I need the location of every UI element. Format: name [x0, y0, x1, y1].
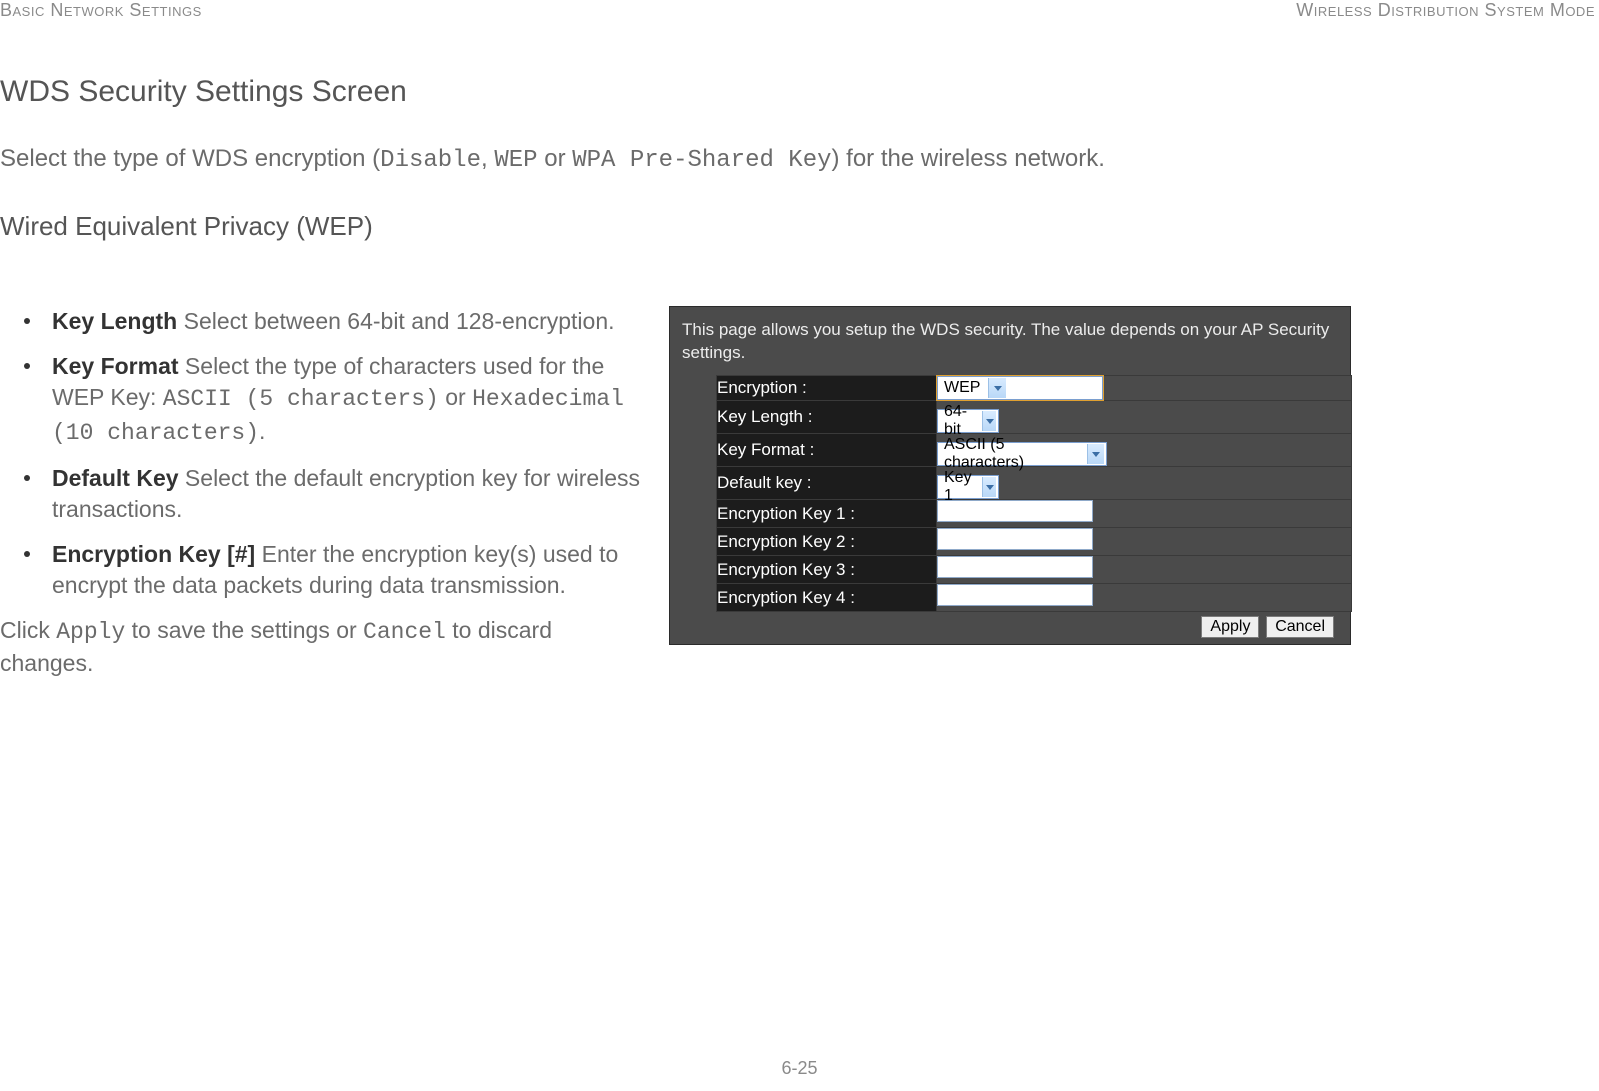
label-encryption: Encryption : — [717, 376, 937, 401]
list-item: Key Format Select the type of characters… — [24, 351, 645, 448]
chevron-down-icon — [982, 411, 996, 431]
settings-table: Encryption : WEP Key Length : 64-bit — [716, 375, 1352, 612]
intro-paragraph: Select the type of WDS encryption (Disab… — [0, 143, 1599, 177]
apply-button[interactable]: Apply — [1201, 616, 1259, 638]
note-cancel: Cancel — [363, 619, 446, 645]
list-item: Encryption Key [#] Enter the encryption … — [24, 539, 645, 601]
table-row: Encryption Key 1 : — [717, 500, 1352, 528]
note-p2: to save the settings or — [125, 617, 363, 643]
list-item: Default Key Select the default encryptio… — [24, 463, 645, 525]
desc-key-format-mid: or — [439, 384, 472, 410]
key-format-select-value: ASCII (5 characters) — [940, 436, 1083, 472]
encryption-key-2-input[interactable] — [937, 528, 1093, 550]
intro-sep1: , — [481, 145, 494, 172]
definition-list: Key Length Select between 64-bit and 128… — [0, 306, 645, 600]
key-length-select-value: 64-bit — [940, 403, 978, 439]
intro-sep2: or — [538, 145, 573, 172]
wds-security-panel: This page allows you setup the WDS secur… — [669, 306, 1351, 645]
panel-description: This page allows you setup the WDS secur… — [680, 317, 1340, 375]
table-row: Encryption Key 3 : — [717, 556, 1352, 584]
label-ek3: Encryption Key 3 : — [717, 556, 937, 584]
chevron-down-icon — [982, 477, 996, 497]
page-title: WDS Security Settings Screen — [0, 75, 1599, 109]
page-number: 6-25 — [0, 1058, 1599, 1079]
key-format-select[interactable]: ASCII (5 characters) — [937, 442, 1107, 466]
intro-prefix: Select the type of WDS encryption ( — [0, 145, 380, 172]
desc-key-format-m1: ASCII (5 characters) — [163, 386, 439, 412]
list-item: Key Length Select between 64-bit and 128… — [24, 306, 645, 337]
table-row: Encryption Key 4 : — [717, 584, 1352, 612]
key-length-select[interactable]: 64-bit — [937, 409, 999, 433]
term-encryption-key: Encryption Key [#] — [52, 541, 255, 567]
default-key-select[interactable]: Key 1 — [937, 475, 999, 499]
table-row: Key Length : 64-bit — [717, 401, 1352, 434]
term-key-length: Key Length — [52, 308, 177, 334]
label-ek1: Encryption Key 1 : — [717, 500, 937, 528]
intro-suffix: ) for the wireless network. — [832, 145, 1105, 172]
term-default-key: Default Key — [52, 465, 179, 491]
encryption-select-value: WEP — [940, 379, 984, 397]
desc-key-format-post: . — [259, 418, 265, 444]
label-default-key: Default key : — [717, 467, 937, 500]
chevron-down-icon — [988, 378, 1006, 398]
table-row: Encryption Key 2 : — [717, 528, 1352, 556]
header-left: Basic Network Settings — [0, 0, 202, 21]
encryption-select[interactable]: WEP — [937, 376, 1103, 400]
label-key-length: Key Length : — [717, 401, 937, 434]
intro-option-wpa: WPA Pre-Shared Key — [572, 147, 831, 174]
header-right: Wireless Distribution System Mode — [1296, 0, 1595, 21]
chevron-down-icon — [1087, 444, 1104, 464]
intro-option-wep: WEP — [494, 147, 537, 174]
table-row: Encryption : WEP — [717, 376, 1352, 401]
note-p1: Click — [0, 617, 56, 643]
encryption-key-4-input[interactable] — [937, 584, 1093, 606]
term-key-format: Key Format — [52, 353, 179, 379]
desc-key-length: Select between 64-bit and 128-encryption… — [177, 308, 614, 334]
table-row: Key Format : ASCII (5 characters) — [717, 434, 1352, 467]
subheading-wep: Wired Equivalent Privacy (WEP) — [0, 211, 1599, 242]
note-apply: Apply — [56, 619, 125, 645]
apply-cancel-note: Click Apply to save the settings or Canc… — [0, 615, 645, 679]
label-ek4: Encryption Key 4 : — [717, 584, 937, 612]
label-ek2: Encryption Key 2 : — [717, 528, 937, 556]
encryption-key-3-input[interactable] — [937, 556, 1093, 578]
cancel-button[interactable]: Cancel — [1266, 616, 1334, 638]
intro-option-disable: Disable — [380, 147, 481, 174]
default-key-select-value: Key 1 — [940, 469, 978, 505]
label-key-format: Key Format : — [717, 434, 937, 467]
